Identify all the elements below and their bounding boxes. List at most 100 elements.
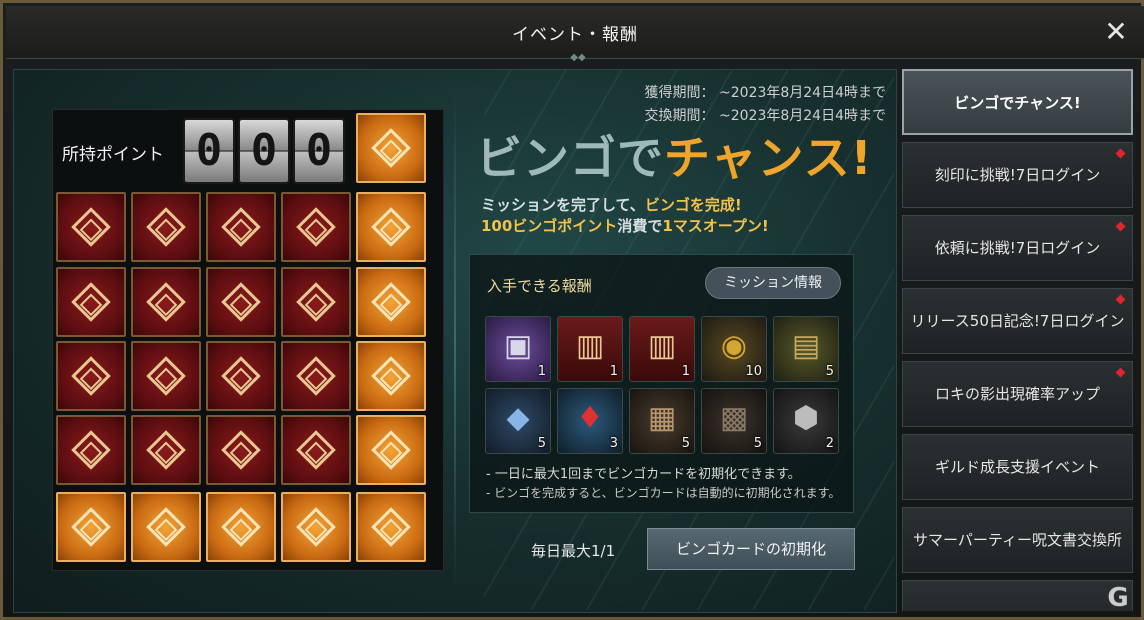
reward-item[interactable]: ▤ 5	[773, 316, 839, 382]
sidebar-tab[interactable]: リリース50日記念!7日ログイン	[902, 288, 1133, 354]
reset-bingo-button[interactable]: ビンゴカードの初期化	[647, 528, 855, 570]
sidebar-tab[interactable]: ビンゴでチャンス!	[902, 69, 1133, 135]
event-headline: ビンゴでチャンス!	[476, 122, 873, 188]
desc1-a: ミッションを完了して、	[481, 196, 645, 214]
reward-item-count: 10	[745, 364, 762, 379]
watermark-logo: G	[1107, 583, 1129, 613]
title-bar: イベント・報酬 ◆◆ ✕	[6, 6, 1144, 63]
sidebar-tab-label: 刻印に挑戦!7日ログイン	[934, 166, 1101, 184]
knot-emblem-icon	[221, 430, 261, 470]
reward-item[interactable]: ▣ 1	[485, 316, 551, 382]
new-badge-icon	[1115, 294, 1126, 305]
sidebar-tab-label: 依頼に挑戦!7日ログイン	[934, 239, 1101, 257]
reward-item-count: 5	[753, 436, 762, 451]
coin-icon: ◉	[720, 328, 748, 364]
points-digit: 0	[293, 118, 345, 184]
bingo-cell-gold[interactable]	[356, 267, 426, 337]
desc2-a: 100ビンゴポイント	[481, 217, 618, 235]
daily-limit: 毎日最大1/1	[531, 542, 616, 560]
sidebar-tab-label: サマーパーティー呪文書交換所	[913, 531, 1122, 549]
bingo-cell-gold[interactable]	[131, 492, 201, 562]
knot-emblem-icon	[296, 356, 336, 396]
bingo-cell-red[interactable]	[281, 192, 351, 262]
bingo-cell-red[interactable]	[206, 192, 276, 262]
sidebar-tab[interactable]: ロキの影出現確率アップ	[902, 361, 1133, 427]
reward-item[interactable]: ▥ 1	[629, 316, 695, 382]
bingo-cell-gold[interactable]	[56, 492, 126, 562]
bingo-cell-gold[interactable]	[356, 341, 426, 411]
knot-emblem-icon	[71, 207, 111, 247]
bingo-cell-red[interactable]	[206, 415, 276, 485]
reward-item-count: 1	[681, 364, 690, 379]
bingo-cell-red[interactable]	[131, 192, 201, 262]
bingo-cell-red[interactable]	[131, 267, 201, 337]
bingo-cell-red[interactable]	[281, 341, 351, 411]
knot-emblem-icon	[371, 430, 411, 470]
reward-item[interactable]: ◆ 5	[485, 388, 551, 454]
potion-icon: ♦	[576, 400, 604, 436]
title-ornament-icon: ◆◆	[570, 52, 586, 63]
bingo-cell-gold[interactable]	[356, 192, 426, 262]
card-pack-icon: ▥	[647, 328, 677, 364]
bingo-cell-gold[interactable]	[206, 492, 276, 562]
desc2-c: 1マスオープン!	[662, 217, 769, 235]
bingo-cell-gold[interactable]	[356, 113, 426, 183]
event-main-panel: 所持ポイント 0 0 0 獲得期間： ~2023年8月24日4時まで 交換期間：…	[13, 69, 897, 613]
knot-emblem-icon	[221, 507, 261, 547]
sidebar-tab[interactable]: 依頼に挑戦!7日ログイン	[902, 215, 1133, 281]
bingo-cell-red[interactable]	[206, 267, 276, 337]
knot-emblem-icon	[221, 207, 261, 247]
new-badge-icon	[1115, 367, 1126, 378]
knot-emblem-icon	[146, 430, 186, 470]
sidebar-tab-label: ビンゴでチャンス!	[954, 94, 1081, 112]
reward-item[interactable]: ♦ 3	[557, 388, 623, 454]
bingo-cell-gold[interactable]	[356, 415, 426, 485]
knot-emblem-icon	[296, 282, 336, 322]
reward-item[interactable]: ⬢ 2	[773, 388, 839, 454]
reward-item-count: 5	[825, 364, 834, 379]
knot-emblem-icon	[371, 207, 411, 247]
panel-divider	[454, 90, 456, 590]
new-badge-icon	[1115, 148, 1126, 159]
bingo-cell-red[interactable]	[56, 341, 126, 411]
crystal-icon: ◆	[506, 400, 530, 436]
knot-emblem-icon	[146, 282, 186, 322]
treasure-box-icon: ▤	[791, 328, 821, 364]
sidebar-tab-overflow[interactable]	[902, 580, 1133, 611]
sidebar-tab-label: ギルド成長支援イベント	[934, 458, 1100, 476]
card-pack-icon: ▥	[575, 328, 605, 364]
knot-emblem-icon	[296, 207, 336, 247]
acquire-period: 獲得期間： ~2023年8月24日4時まで	[644, 85, 886, 101]
bingo-cell-red[interactable]	[281, 267, 351, 337]
reward-item[interactable]: ▦ 5	[629, 388, 695, 454]
headline-part2: チャンス!	[664, 131, 873, 185]
knot-emblem-icon	[371, 282, 411, 322]
bingo-cell-red[interactable]	[206, 341, 276, 411]
sidebar-tab[interactable]: サマーパーティー呪文書交換所	[902, 507, 1133, 573]
chest-icon: ▣	[503, 328, 533, 364]
bingo-cell-red[interactable]	[56, 267, 126, 337]
event-sidebar: ビンゴでチャンス! 刻印に挑戦!7日ログイン 依頼に挑戦!7日ログインリリース50日…	[902, 69, 1135, 611]
reward-item[interactable]: ▥ 1	[557, 316, 623, 382]
ore-icon: ⬢	[792, 400, 820, 436]
knot-emblem-icon	[221, 356, 261, 396]
bingo-cell-gold[interactable]	[356, 492, 426, 562]
bingo-cell-red[interactable]	[281, 415, 351, 485]
reward-item-count: 1	[537, 364, 546, 379]
bingo-cell-red[interactable]	[131, 415, 201, 485]
reward-item[interactable]: ▩ 5	[701, 388, 767, 454]
bingo-cell-gold[interactable]	[281, 492, 351, 562]
reward-panel: 入手できる報酬 ミッション情報 ▣ 1 ▥ 1 ▥ 1 ◉ 10 ▤ 5 ◆ 5 ♦ 3 ▦ 5 ▩ 5 ⬢ 2 - …	[469, 254, 854, 513]
reward-item-count: 5	[681, 436, 690, 451]
sidebar-tab[interactable]: 刻印に挑戦!7日ログイン	[902, 142, 1133, 208]
bingo-cell-red[interactable]	[56, 192, 126, 262]
sidebar-tab[interactable]: ギルド成長支援イベント	[902, 434, 1133, 500]
close-icon[interactable]: ✕	[1102, 18, 1130, 46]
new-badge-icon	[1115, 221, 1126, 232]
reward-item-count: 5	[537, 436, 546, 451]
bingo-cell-red[interactable]	[131, 341, 201, 411]
bingo-cell-red[interactable]	[56, 415, 126, 485]
desc2-b: 消費で	[617, 217, 663, 235]
reward-item[interactable]: ◉ 10	[701, 316, 767, 382]
mission-info-button[interactable]: ミッション情報	[705, 267, 841, 299]
